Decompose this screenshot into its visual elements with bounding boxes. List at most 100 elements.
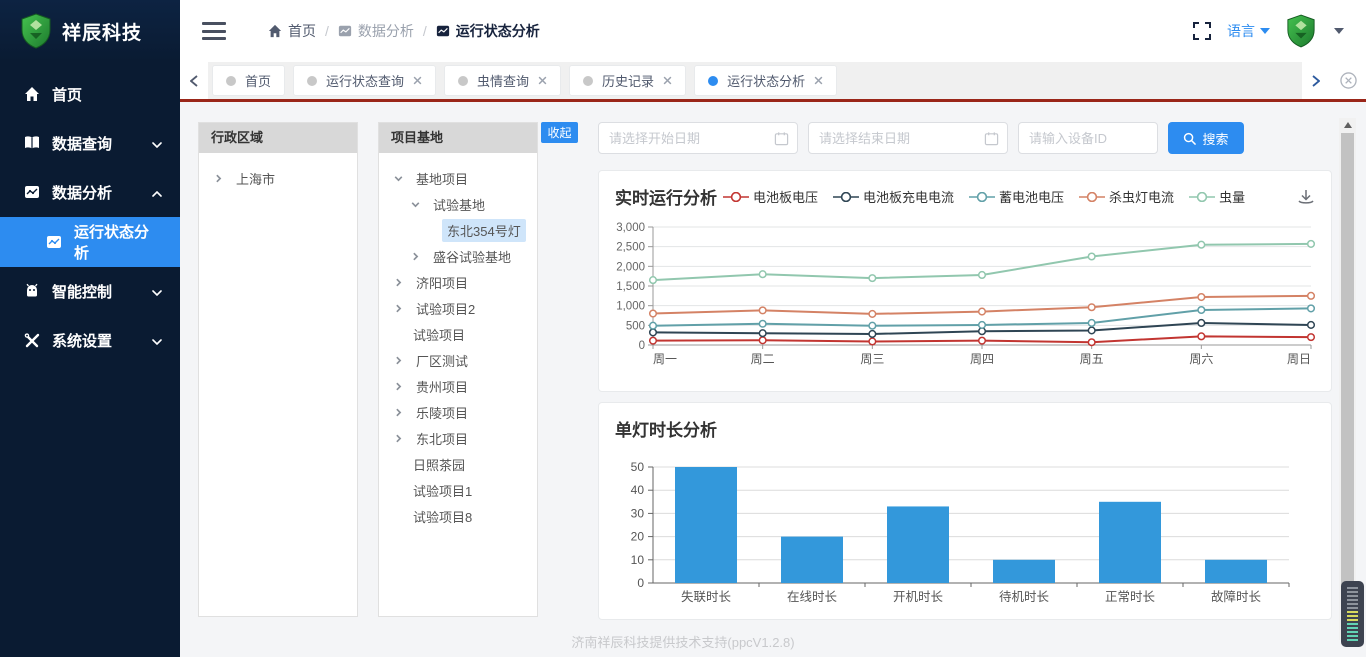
tree-item[interactable]: 试验项目	[383, 321, 533, 347]
tab-label: 运行状态分析	[727, 71, 805, 90]
bar	[1099, 502, 1161, 583]
svg-text:2,500: 2,500	[616, 242, 645, 254]
chart-legend: 电池板电压电池板充电电流蓄电池电压杀虫灯电流虫量	[723, 187, 1245, 206]
tab-status-dot	[458, 76, 468, 86]
calendar-icon	[774, 131, 789, 146]
tab-item[interactable]: 虫情查询	[444, 65, 561, 96]
sidebar-item-system-settings[interactable]: 系统设置	[0, 316, 180, 365]
collapse-panels-button[interactable]: 收起	[541, 122, 578, 143]
tab-item[interactable]: 历史记录	[569, 65, 686, 96]
region-tree: 上海市	[199, 153, 357, 203]
download-icon[interactable]	[1297, 188, 1315, 206]
svg-text:待机时长: 待机时长	[999, 590, 1050, 604]
tab-label: 首页	[245, 71, 271, 90]
tree-item[interactable]: 乐陵项目	[383, 399, 533, 425]
chevron-down-icon[interactable]	[410, 199, 421, 210]
tab-close-icon[interactable]	[538, 76, 547, 85]
tree-item[interactable]: 济阳项目	[383, 269, 533, 295]
chevron-right-icon[interactable]	[393, 433, 404, 444]
sidebar-item-data-analysis[interactable]: 数据分析	[0, 168, 180, 217]
tree-item[interactable]: 东北项目	[383, 425, 533, 451]
tree-item[interactable]: 厂区测试	[383, 347, 533, 373]
start-date-input[interactable]	[599, 123, 797, 153]
legend-item[interactable]: 电池板电压	[723, 187, 818, 206]
scrollbar-up-arrow[interactable]	[1339, 118, 1356, 132]
breadcrumb-home[interactable]: 首页	[268, 21, 316, 41]
tree-item-label: 试验项目	[408, 323, 470, 346]
bar	[675, 467, 737, 583]
chevron-right-icon[interactable]	[410, 251, 421, 262]
chart-icon	[338, 24, 352, 38]
legend-marker-icon	[1189, 192, 1215, 202]
floating-meter-widget[interactable]	[1341, 581, 1364, 652]
chevron-right-icon[interactable]	[393, 355, 404, 366]
sidebar-item-home[interactable]: 首页	[0, 70, 180, 119]
tab-item[interactable]: 运行状态分析	[694, 65, 837, 96]
bar-chart: 01020304050失联时长在线时长开机时长待机时长正常时长故障时长	[605, 455, 1327, 613]
user-caret-down-icon[interactable]	[1334, 28, 1344, 34]
chevron-down-icon[interactable]	[393, 173, 404, 184]
chevron-right-icon[interactable]	[393, 303, 404, 314]
svg-text:500: 500	[626, 320, 645, 332]
tree-item[interactable]: 试验项目8	[383, 503, 533, 529]
svg-text:20: 20	[631, 530, 645, 544]
tree-item[interactable]: 贵州项目	[383, 373, 533, 399]
tree-item[interactable]: 试验基地	[383, 191, 533, 217]
tabs-scroll-left-button[interactable]	[180, 62, 208, 99]
sidebar-item-data-query[interactable]: 数据查询	[0, 119, 180, 168]
tab-close-icon[interactable]	[663, 76, 672, 85]
tab-item[interactable]: 首页	[212, 65, 285, 96]
svg-text:周日: 周日	[1287, 352, 1311, 366]
breadcrumb-separator: /	[423, 23, 427, 39]
legend-item[interactable]: 杀虫灯电流	[1079, 187, 1174, 206]
chevron-right-icon[interactable]	[213, 173, 224, 184]
chevron-right-icon[interactable]	[393, 381, 404, 392]
brand-name: 祥辰科技	[62, 18, 142, 45]
tabs-scroll-right-button[interactable]	[1302, 62, 1330, 99]
tree-item[interactable]: 日照茶园	[383, 451, 533, 477]
chevron-right-icon[interactable]	[393, 277, 404, 288]
search-button[interactable]: 搜索	[1168, 122, 1244, 154]
robot-icon	[24, 283, 41, 300]
start-date-field	[598, 122, 798, 154]
tabs-row: 首页 运行状态查询 虫情查询 历史记录 运行状态分析	[208, 65, 1302, 96]
region-panel-title: 行政区域	[199, 123, 357, 153]
tab-close-icon[interactable]	[413, 76, 422, 85]
chevron-down-icon	[152, 283, 162, 300]
tree-item[interactable]: 盛谷试验基地	[383, 243, 533, 269]
bar	[993, 560, 1055, 583]
duration-analysis-card: 单灯时长分析 01020304050失联时长在线时长开机时长待机时长正常时长故障…	[598, 402, 1332, 620]
legend-item[interactable]: 蓄电池电压	[969, 187, 1064, 206]
tree-item[interactable]: 试验项目1	[383, 477, 533, 503]
project-panel-title: 项目基地	[379, 123, 537, 153]
tab-status-dot	[583, 76, 593, 86]
chevron-right-icon[interactable]	[393, 407, 404, 418]
end-date-input[interactable]	[809, 123, 1007, 153]
tree-item[interactable]: 基地项目	[383, 165, 533, 191]
tree-item-label: 东北项目	[411, 427, 473, 450]
breadcrumb: 首页 / 数据分析 / 运行状态分析	[268, 21, 540, 41]
svg-text:故障时长: 故障时长	[1211, 589, 1262, 604]
fullscreen-icon[interactable]	[1193, 22, 1211, 40]
legend-item[interactable]: 电池板充电电流	[833, 187, 954, 206]
vertical-scrollbar[interactable]	[1339, 118, 1356, 640]
project-panel: 项目基地 基地项目试验基地东北354号灯盛谷试验基地济阳项目试验项目2试验项目厂…	[378, 122, 538, 617]
breadcrumb-data-analysis[interactable]: 数据分析	[338, 21, 414, 41]
language-dropdown[interactable]: 语言	[1227, 21, 1270, 41]
tree-item[interactable]: 东北354号灯	[383, 217, 533, 243]
sidebar-item-run-status-analysis[interactable]: 运行状态分析	[0, 217, 180, 267]
tab-item[interactable]: 运行状态查询	[293, 65, 436, 96]
chart-icon	[436, 24, 450, 38]
close-all-tabs-button[interactable]	[1330, 62, 1366, 99]
legend-item[interactable]: 虫量	[1189, 187, 1245, 206]
tab-close-icon[interactable]	[814, 76, 823, 85]
bar	[887, 506, 949, 583]
tree-item[interactable]: 上海市	[203, 165, 353, 191]
scrollbar-thumb[interactable]	[1341, 133, 1354, 611]
tree-item[interactable]: 试验项目2	[383, 295, 533, 321]
sidebar-item-smart-control[interactable]: 智能控制	[0, 267, 180, 316]
tab-label: 虫情查询	[477, 71, 529, 90]
device-id-input[interactable]	[1019, 123, 1157, 153]
hamburger-menu-icon[interactable]	[202, 22, 226, 40]
avatar[interactable]	[1286, 14, 1318, 48]
